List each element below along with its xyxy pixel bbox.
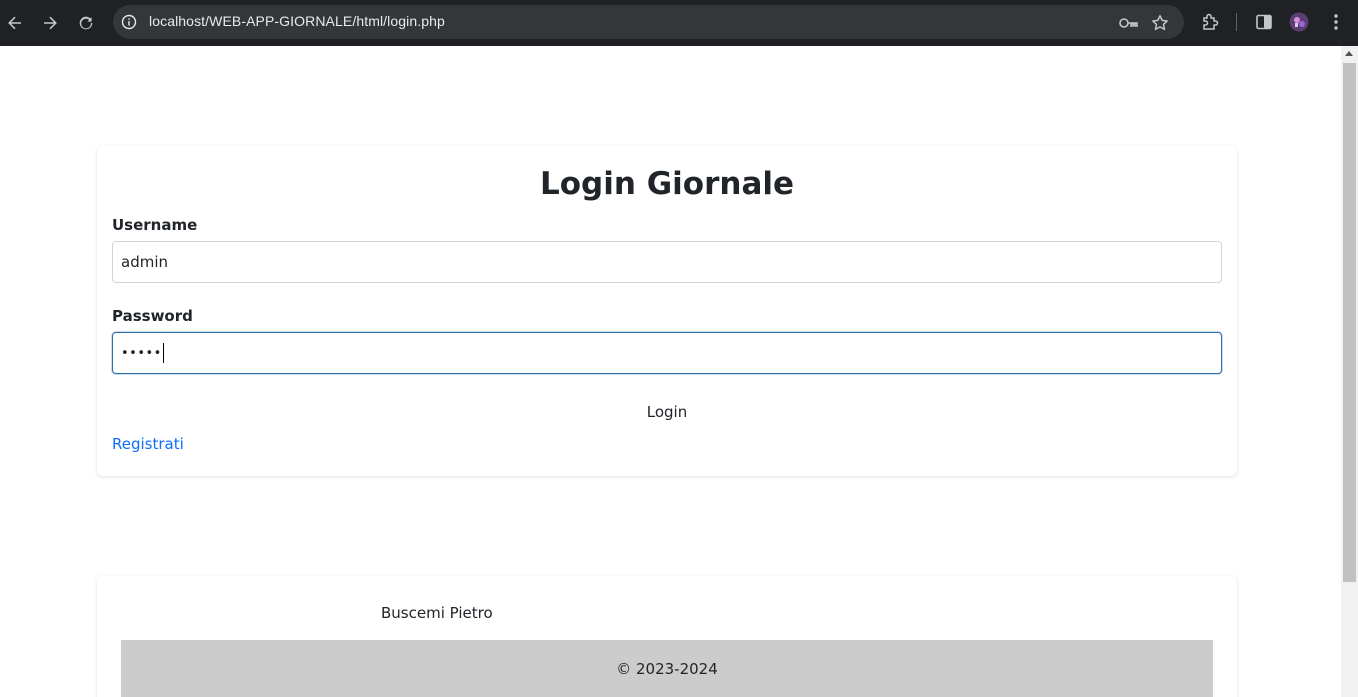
forward-arrow-icon[interactable] bbox=[38, 11, 62, 35]
address-bar[interactable]: localhost/WEB-APP-GIORNALE/html/login.ph… bbox=[113, 5, 1184, 39]
side-panel-icon[interactable] bbox=[1254, 12, 1274, 32]
browser-toolbar: localhost/WEB-APP-GIORNALE/html/login.ph… bbox=[0, 0, 1358, 46]
more-menu-icon[interactable] bbox=[1326, 12, 1346, 32]
site-info-icon[interactable] bbox=[121, 14, 137, 30]
username-label: Username bbox=[112, 216, 198, 234]
login-button[interactable]: Login bbox=[97, 403, 1237, 421]
copyright-bar: © 2023-2024 bbox=[121, 640, 1213, 697]
password-label: Password bbox=[112, 307, 193, 325]
password-value: ••••• bbox=[121, 345, 162, 361]
page-title: Login Giornale bbox=[539, 166, 795, 202]
username-value: admin bbox=[121, 253, 168, 271]
text-caret bbox=[162, 343, 164, 363]
url-text[interactable]: localhost/WEB-APP-GIORNALE/html/login.ph… bbox=[149, 13, 445, 29]
username-input[interactable]: admin bbox=[112, 241, 1222, 283]
password-input[interactable]: ••••• bbox=[112, 332, 1222, 374]
scroll-up-arrow-icon[interactable] bbox=[1345, 51, 1353, 56]
login-card: Login Giornale Username admin Password •… bbox=[97, 146, 1237, 476]
profile-avatar[interactable] bbox=[1289, 12, 1309, 32]
copyright-text: © 2023-2024 bbox=[616, 660, 718, 678]
footer-author: Buscemi Pietro bbox=[381, 604, 493, 622]
register-link[interactable]: Registrati bbox=[112, 435, 184, 453]
page-viewport: Login Giornale Username admin Password •… bbox=[0, 46, 1341, 697]
password-key-icon[interactable] bbox=[1118, 14, 1138, 32]
footer: Buscemi Pietro © 2023-2024 bbox=[97, 576, 1237, 697]
extensions-icon[interactable] bbox=[1200, 12, 1220, 32]
scrollbar-thumb[interactable] bbox=[1343, 63, 1356, 582]
vertical-scrollbar[interactable] bbox=[1341, 46, 1358, 697]
toolbar-separator bbox=[1236, 13, 1237, 31]
reload-icon[interactable] bbox=[74, 11, 98, 35]
bookmark-star-icon[interactable] bbox=[1151, 14, 1169, 32]
back-arrow-icon[interactable] bbox=[3, 11, 27, 35]
